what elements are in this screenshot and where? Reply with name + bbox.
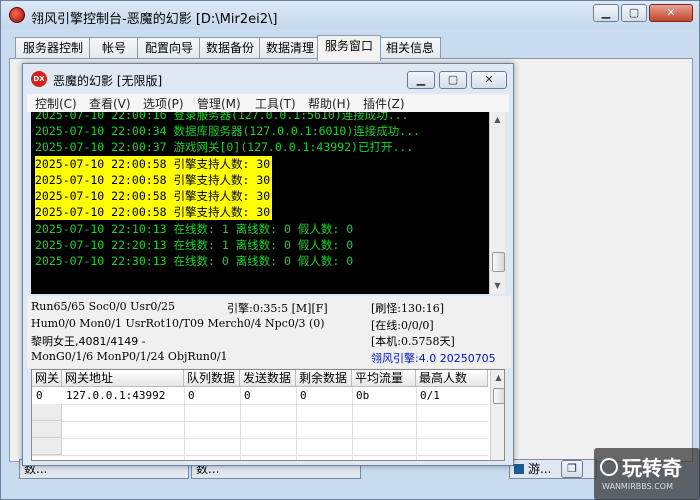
watermark-sub: WANMIRBBS.COM: [602, 482, 673, 491]
log-line-highlighted: 2025-07-10 22:00:58 引擎支持人数: 30: [35, 156, 273, 172]
cell-avg-traffic: 0b: [356, 389, 370, 402]
log-line-highlighted: 2025-07-10 22:00:58 引擎支持人数: 30: [35, 188, 273, 204]
menu-tools[interactable]: 工具(T): [255, 95, 296, 112]
log-line-highlighted: 2025-07-10 22:00:58 引擎支持人数: 30: [35, 172, 273, 188]
scroll-thumb[interactable]: [492, 252, 505, 272]
app-logo-icon: [9, 7, 25, 23]
service-window: DX 恶魔的幻影 [无限版] ▁ ▢ ✕ 控制(C) 查看(V) 选项(P) 管…: [22, 63, 514, 466]
menu-plugins[interactable]: 插件(Z): [363, 95, 405, 112]
log-line: 2025-07-10 22:10:13 在线数: 1 离线数: 0 假人数: 0: [35, 222, 354, 236]
table-scrollbar[interactable]: ▲: [490, 370, 504, 460]
cell-max-users: 0/1: [420, 389, 440, 402]
mong-stat: MonG0/1/6 MonP0/1/24 ObjRun0/1: [31, 350, 228, 363]
log-scrollbar[interactable]: ▲ ▼: [489, 112, 505, 294]
cell-send: 0: [244, 389, 251, 402]
watermark: 玩转奇 WANMIRBBS.COM: [594, 448, 700, 500]
gateway-table[interactable]: 网关 网关地址 队列数据 发送数据 剩余数据 平均流量 最高人数 0 127.0…: [31, 369, 505, 461]
log-line: 2025-07-10 22:00:34 数据库服务器(127.0.0.1:601…: [35, 124, 421, 138]
menu-options[interactable]: 选项(P): [143, 95, 184, 112]
inner-maximize-button[interactable]: ▢: [439, 71, 467, 89]
cell-gateway: 0: [36, 389, 43, 402]
grid-row-divider: [32, 455, 488, 456]
tab-account[interactable]: 帐号: [89, 37, 139, 60]
log-line-highlighted: 2025-07-10 22:00:58 引擎支持人数: 30: [35, 204, 273, 220]
col-header-gateway[interactable]: 网关: [32, 370, 62, 387]
row-header: [32, 421, 62, 438]
dx-logo-icon: DX: [31, 71, 47, 87]
grid-row-divider: [32, 421, 488, 422]
scroll-up-icon[interactable]: ▲: [490, 112, 505, 127]
row-header: [32, 438, 62, 455]
run-stat: Run65/65 Soc0/0 Usr0/25: [31, 300, 176, 313]
table-scroll-up-icon[interactable]: ▲: [491, 370, 504, 385]
menu-view[interactable]: 查看(V): [89, 95, 131, 112]
hum-stat: Hum0/0 Mon0/1 UsrRot10/T09 Merch0/4 Npc0…: [31, 317, 325, 330]
menu-control[interactable]: 控制(C): [35, 95, 77, 112]
tab-server-control[interactable]: 服务器控制: [15, 37, 91, 60]
tab-bar: 服务器控制 帐号 配置向导 数据备份 数据清理 服务窗口 相关信息: [9, 35, 693, 61]
watermark-text: 玩转奇: [622, 456, 682, 480]
engine-uptime: 引擎:0:35:5 [M][F]: [227, 302, 328, 315]
tab-related-info[interactable]: 相关信息: [379, 37, 441, 60]
col-header-avg-traffic[interactable]: 平均流量: [352, 370, 416, 387]
col-header-address[interactable]: 网关地址: [62, 370, 184, 387]
tab-service-window[interactable]: 服务窗口: [317, 35, 381, 61]
scroll-down-icon[interactable]: ▼: [490, 278, 505, 293]
minimize-button[interactable]: ▁: [593, 4, 619, 22]
cell-address: 127.0.0.1:43992: [66, 389, 166, 402]
menu-manage[interactable]: 管理(M): [197, 95, 241, 112]
col-header-queue[interactable]: 队列数据: [184, 370, 240, 387]
tab-config-wizard[interactable]: 配置向导: [137, 37, 201, 60]
tab-data-backup[interactable]: 数据备份: [199, 37, 261, 60]
grid-row-divider: [32, 404, 488, 405]
inner-minimize-button[interactable]: ▁: [407, 71, 435, 89]
col-header-remaining[interactable]: 剩余数据: [296, 370, 352, 387]
title-bar[interactable]: 翎风引擎控制台-恶魔的幻影 [D:\Mir2ei2\] ▁ ▢ ✕: [1, 1, 699, 29]
stats-panel: Run65/65 Soc0/0 Usr0/25 引擎:0:35:5 [M][F]…: [27, 296, 511, 368]
table-scroll-thumb[interactable]: [493, 388, 504, 404]
menu-bar: 控制(C) 查看(V) 选项(P) 管理(M) 工具(T) 帮助(H) 插件(Z…: [27, 94, 509, 112]
close-button[interactable]: ✕: [649, 4, 693, 22]
inner-close-button[interactable]: ✕: [471, 71, 507, 89]
log-line: 2025-07-10 22:20:13 在线数: 1 离线数: 0 假人数: 0: [35, 238, 354, 252]
cell-queue: 0: [188, 389, 195, 402]
tab-data-cleanup[interactable]: 数据清理: [259, 37, 321, 60]
inner-title-bar[interactable]: DX 恶魔的幻影 [无限版] ▁ ▢ ✕: [23, 64, 513, 92]
engine-version: 翎风引擎:4.0 20250705: [371, 352, 496, 365]
log-line: 2025-07-10 22:00:37 游戏网关[0](127.0.0.1:43…: [35, 140, 414, 154]
status-segment-3: 游...: [509, 459, 597, 479]
col-header-send[interactable]: 发送数据: [240, 370, 296, 387]
col-header-max-users[interactable]: 最高人数: [416, 370, 488, 387]
log-line: 2025-07-10 22:30:13 在线数: 0 离线数: 0 假人数: 0: [35, 254, 354, 268]
status-text-3: 游...: [528, 462, 552, 476]
cell-remaining: 0: [300, 389, 307, 402]
window-title: 翎风引擎控制台-恶魔的幻影 [D:\Mir2ei2\]: [31, 12, 278, 27]
boss-stat: 黎明女王,4081/4149 -: [31, 335, 146, 348]
refresh-monster-stat: [刷怪:130:16]: [371, 302, 444, 315]
restore-small-button[interactable]: ❐: [561, 460, 583, 478]
inner-window-title: 恶魔的幻影 [无限版]: [53, 74, 163, 88]
log-line: 2025-07-10 22:00:16 登录服务器(127.0.0.1:5610…: [35, 112, 409, 122]
row-header: [32, 404, 62, 421]
maximize-button[interactable]: ▢: [621, 4, 647, 22]
menu-help[interactable]: 帮助(H): [308, 95, 350, 112]
online-stat: [在线:0/0/0]: [371, 319, 434, 332]
log-console[interactable]: 2025-07-10 22:00:16 登录服务器(127.0.0.1:5610…: [31, 112, 505, 294]
grid-row-divider: [32, 438, 488, 439]
local-uptime: [本机:0.5758天]: [371, 335, 455, 348]
watermark-logo-icon: [600, 458, 618, 476]
gateway-icon: [514, 464, 524, 474]
